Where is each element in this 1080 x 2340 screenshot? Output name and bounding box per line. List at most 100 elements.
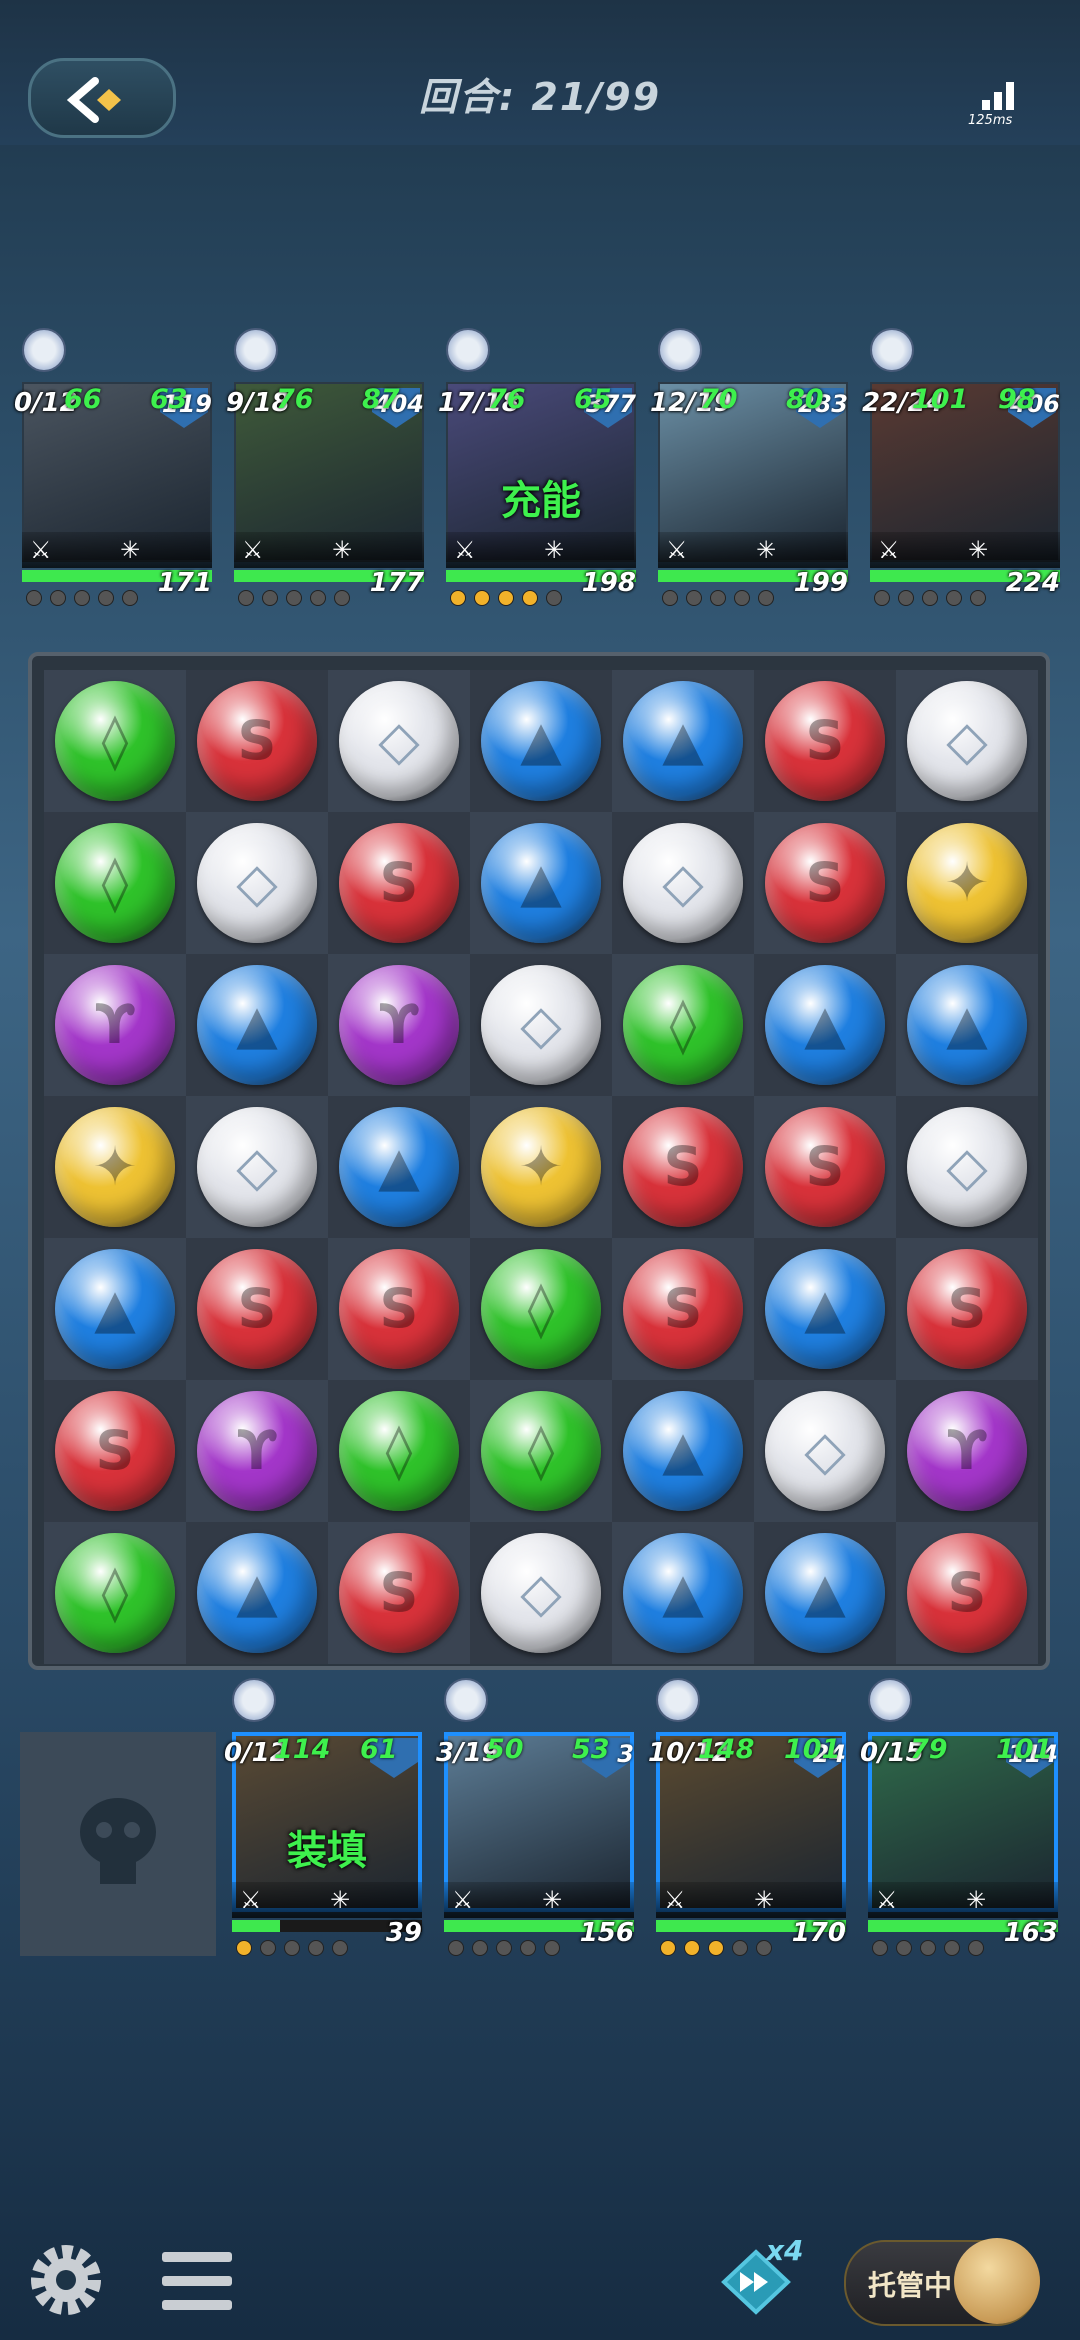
board-cell[interactable]: ϒ	[44, 954, 186, 1096]
board-cell[interactable]: ▲	[612, 670, 754, 812]
hero-card[interactable]: 0/12 装填 ⚔ 114 ✳ 61 39	[224, 1678, 422, 1962]
white-orb[interactable]: ◇	[197, 823, 317, 943]
board-cell[interactable]: ◇	[754, 1380, 896, 1522]
board-cell[interactable]: S	[754, 670, 896, 812]
hero-card[interactable]: 10/12 24 ⚔ 148 ✳ 101 170	[648, 1678, 846, 1962]
board-cell[interactable]: S	[754, 1096, 896, 1238]
white-orb[interactable]: ◇	[623, 823, 743, 943]
board-cell[interactable]: S	[896, 1238, 1038, 1380]
board-cell[interactable]: S	[328, 812, 470, 954]
red-orb[interactable]: S	[765, 681, 885, 801]
board-cell[interactable]: ◊	[470, 1380, 612, 1522]
board-cell[interactable]: ϒ	[896, 1380, 1038, 1522]
green-orb[interactable]: ◊	[55, 823, 175, 943]
board-cell[interactable]: S	[328, 1522, 470, 1664]
board-cell[interactable]: ▲	[754, 954, 896, 1096]
green-orb[interactable]: ◊	[481, 1391, 601, 1511]
purple-orb[interactable]: ϒ	[339, 965, 459, 1085]
red-orb[interactable]: S	[907, 1533, 1027, 1653]
blue-orb[interactable]: ▲	[765, 965, 885, 1085]
red-orb[interactable]: S	[907, 1249, 1027, 1369]
board-cell[interactable]: ✦	[896, 812, 1038, 954]
board-cell[interactable]: ◇	[186, 1096, 328, 1238]
board-cell[interactable]: ◇	[470, 954, 612, 1096]
hero-card[interactable]: 3/19 3 ⚔ 50 ✳ 53 156	[436, 1678, 634, 1962]
red-orb[interactable]: S	[55, 1391, 175, 1511]
board-cell[interactable]: ◇	[470, 1522, 612, 1664]
green-orb[interactable]: ◊	[339, 1391, 459, 1511]
board-cell[interactable]: ▲	[186, 954, 328, 1096]
board-cell[interactable]: ▲	[328, 1096, 470, 1238]
board-cell[interactable]: ◇	[896, 670, 1038, 812]
blue-orb[interactable]: ▲	[481, 681, 601, 801]
board-cell[interactable]: ▲	[896, 954, 1038, 1096]
board-cell[interactable]: ✦	[44, 1096, 186, 1238]
board-cell[interactable]: ϒ	[328, 954, 470, 1096]
white-orb[interactable]: ◇	[339, 681, 459, 801]
red-orb[interactable]: S	[765, 823, 885, 943]
board-cell[interactable]: S	[896, 1522, 1038, 1664]
board-cell[interactable]: ▲	[612, 1380, 754, 1522]
board-cell[interactable]: S	[612, 1238, 754, 1380]
red-orb[interactable]: S	[197, 681, 317, 801]
auto-battle-toggle[interactable]: 托管中	[844, 2238, 1040, 2326]
purple-orb[interactable]: ϒ	[55, 965, 175, 1085]
board-cell[interactable]: ◊	[44, 1522, 186, 1664]
yellow-orb[interactable]: ✦	[907, 823, 1027, 943]
blue-orb[interactable]: ▲	[765, 1249, 885, 1369]
board-cell[interactable]: S	[186, 1238, 328, 1380]
board-cell[interactable]: ◊	[328, 1380, 470, 1522]
blue-orb[interactable]: ▲	[197, 1533, 317, 1653]
board-cell[interactable]: ▲	[612, 1522, 754, 1664]
blue-orb[interactable]: ▲	[765, 1533, 885, 1653]
blue-orb[interactable]: ▲	[55, 1249, 175, 1369]
white-orb[interactable]: ◇	[481, 1533, 601, 1653]
purple-orb[interactable]: ϒ	[197, 1391, 317, 1511]
blue-orb[interactable]: ▲	[623, 1391, 743, 1511]
board-cell[interactable]: ✦	[470, 1096, 612, 1238]
green-orb[interactable]: ◊	[481, 1249, 601, 1369]
board-cell[interactable]: S	[612, 1096, 754, 1238]
board-cell[interactable]: ▲	[186, 1522, 328, 1664]
board-cell[interactable]: S	[44, 1380, 186, 1522]
white-orb[interactable]: ◇	[197, 1107, 317, 1227]
blue-orb[interactable]: ▲	[623, 1533, 743, 1653]
hero-card[interactable]: 0/15 114 ⚔ 79 ✳ 101 163	[860, 1678, 1058, 1962]
board-cell[interactable]: ◊	[612, 954, 754, 1096]
blue-orb[interactable]: ▲	[907, 965, 1027, 1085]
speed-up-button[interactable]: x4	[716, 2234, 816, 2326]
board-cell[interactable]: ▲	[754, 1522, 896, 1664]
red-orb[interactable]: S	[339, 823, 459, 943]
board-cell[interactable]: S	[328, 1238, 470, 1380]
blue-orb[interactable]: ▲	[481, 823, 601, 943]
orb-board[interactable]: ◊ S ◇ ▲ ▲ S ◇ ◊ ◇ S ▲ ◇ S ✦ ϒ ▲ ϒ ◇ ◊ ▲ ▲ ✦ ◇ ▲ ✦ S S ◇ ▲ S S ◊ S ▲ S S ϒ ◊ ◊ ▲…	[44, 670, 1038, 1664]
blue-orb[interactable]: ▲	[339, 1107, 459, 1227]
blue-orb[interactable]: ▲	[197, 965, 317, 1085]
board-cell[interactable]: ϒ	[186, 1380, 328, 1522]
red-orb[interactable]: S	[339, 1533, 459, 1653]
board-cell[interactable]: ▲	[754, 1238, 896, 1380]
red-orb[interactable]: S	[339, 1249, 459, 1369]
board-cell[interactable]: ▲	[470, 670, 612, 812]
red-orb[interactable]: S	[623, 1249, 743, 1369]
board-cell[interactable]: ◇	[328, 670, 470, 812]
board-cell[interactable]: ◊	[44, 670, 186, 812]
board-cell[interactable]: ◇	[186, 812, 328, 954]
board-cell[interactable]: S	[754, 812, 896, 954]
board-cell[interactable]: ◊	[470, 1238, 612, 1380]
white-orb[interactable]: ◇	[765, 1391, 885, 1511]
board-cell[interactable]: ◇	[896, 1096, 1038, 1238]
board-cell[interactable]: S	[186, 670, 328, 812]
board-cell[interactable]: ▲	[470, 812, 612, 954]
board-cell[interactable]: ◇	[612, 812, 754, 954]
red-orb[interactable]: S	[197, 1249, 317, 1369]
white-orb[interactable]: ◇	[481, 965, 601, 1085]
green-orb[interactable]: ◊	[55, 681, 175, 801]
yellow-orb[interactable]: ✦	[55, 1107, 175, 1227]
green-orb[interactable]: ◊	[623, 965, 743, 1085]
settings-gear-icon[interactable]	[24, 2238, 108, 2322]
red-orb[interactable]: S	[623, 1107, 743, 1227]
red-orb[interactable]: S	[765, 1107, 885, 1227]
yellow-orb[interactable]: ✦	[481, 1107, 601, 1227]
white-orb[interactable]: ◇	[907, 681, 1027, 801]
